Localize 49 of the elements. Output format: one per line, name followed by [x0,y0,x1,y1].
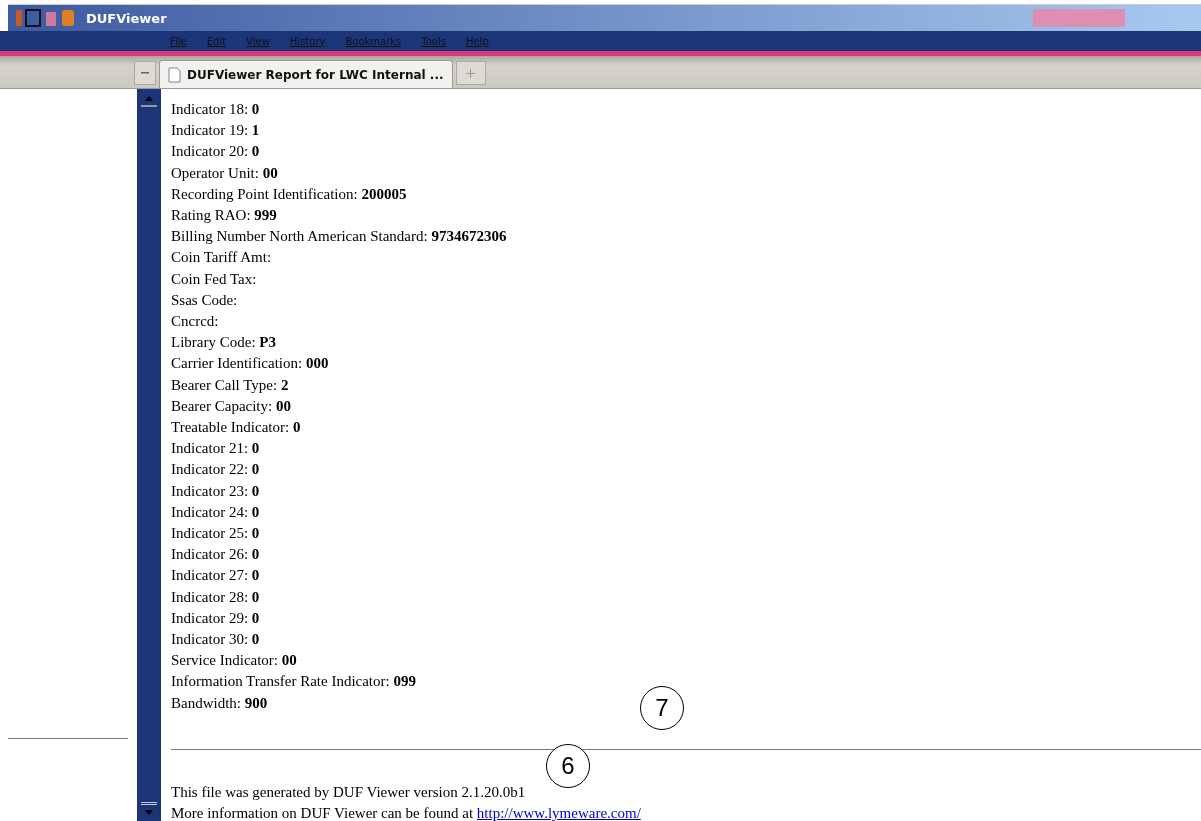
field-line: Service Indicator: 00 [171,651,297,671]
field-line: Indicator 23: 0 [171,481,260,501]
field-line: Treatable Indicator: 0 [171,418,301,438]
field-line: Bearer Call Type: 2 [171,375,289,395]
field-line: Indicator 21: 0 [171,439,260,459]
menu-item[interactable]: History [289,35,326,47]
field-line: Indicator 24: 0 [171,502,260,522]
field-line: Indicator 30: 0 [171,630,260,650]
field-line: Coin Fed Tax: [171,269,257,289]
dash-icon [141,72,149,74]
field-line: Indicator 19: 1 [171,121,260,141]
website-link[interactable]: http://www.lymeware.com/ [476,805,641,821]
field-line: Ssas Code: [171,290,238,310]
field-line: Bandwidth: 900 [171,693,268,713]
menu-item[interactable]: Tools [421,35,446,47]
field-line: Cncrcd: [171,312,219,332]
field-line: Information Transfer Rate Indicator: 099 [171,672,416,692]
field-line: Indicator 28: 0 [171,587,260,607]
field-line: Library Code: P3 [171,333,276,353]
field-line: Billing Number North American Standard: 9734672306 [171,227,507,247]
field-line: Carrier Identification: 000 [171,354,329,374]
tab-list-button[interactable] [134,61,156,85]
page-icon [168,66,181,83]
menu-item[interactable]: Bookmarks [345,35,402,47]
menu-item[interactable]: View [246,35,270,47]
field-line: Indicator 29: 0 [171,608,260,628]
callout-number: 7 [640,686,684,730]
plus-icon [466,68,475,78]
field-line: Coin Tariff Amt: [171,248,272,268]
new-tab-button[interactable] [455,61,486,85]
field-line: Recording Point Identification: 200005 [171,184,407,204]
menu-item[interactable]: File [170,35,187,47]
field-line: Indicator 27: 0 [171,566,260,586]
field-line: Indicator 26: 0 [171,545,260,565]
app-icon [16,8,76,28]
info-note: More information on DUF Viewer can be found at http://www.lymeware.com/ [171,804,641,821]
field-line: Indicator 18: 0 [171,100,260,119]
browser-tab[interactable]: DUFViewer Report for LWC Internal ... [159,60,453,88]
field-line: Rating RAO: 999 [171,206,277,225]
field-line: Indicator 20: 0 [171,142,260,162]
menu-item[interactable]: Edit [206,35,227,47]
generated-note: This file was generated by DUF Viewer version 2.1.20.0b1 [171,782,526,802]
field-line: Indicator 22: 0 [171,460,260,480]
field-line: Operator Unit: 00 [171,163,278,183]
window-title: DUFViewer [86,10,167,26]
field-line: Bearer Capacity: 00 [171,396,291,416]
menu-item[interactable]: Help [465,35,489,47]
callout-number: 6 [546,744,590,788]
field-line: Indicator 25: 0 [171,524,260,544]
